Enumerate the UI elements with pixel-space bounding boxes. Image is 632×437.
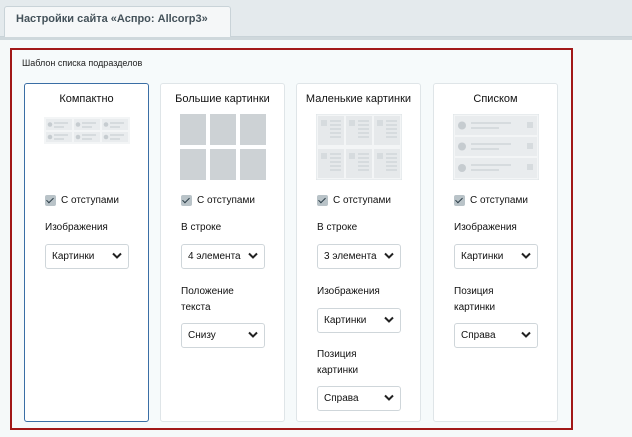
compact-preview-icon: [44, 117, 130, 144]
card-title: Большие картинки: [175, 93, 270, 105]
card-list[interactable]: Списком С отступами Изображения Картинки…: [433, 83, 558, 422]
card-title: Маленькие картинки: [305, 93, 412, 105]
list-preview-icon: [453, 114, 539, 180]
images-select-value: Картинки: [324, 315, 367, 326]
tab-bar: Настройки сайта «Аспро: Allcorp3» (s1): [0, 0, 632, 49]
checkbox-label: С отступами: [197, 195, 255, 206]
card-large-images[interactable]: Большие картинки С отступами В строке 4 …: [160, 83, 285, 422]
small-images-preview-icon: [316, 114, 402, 180]
images-select[interactable]: Картинки: [317, 308, 401, 333]
checkbox-checked-icon[interactable]: [454, 195, 465, 206]
image-position-select-value: Справа: [324, 393, 359, 404]
chevron-down-icon: [248, 252, 258, 259]
text-position-select-value: Снизу: [188, 330, 216, 341]
images-label: Изображения: [454, 222, 517, 233]
row-count-select[interactable]: 4 элемента: [181, 244, 265, 269]
chevron-down-icon: [384, 394, 394, 401]
large-images-preview-icon: [180, 114, 266, 180]
checkbox-label: С отступами: [333, 195, 391, 206]
row-count-select-value: 3 элемента: [324, 251, 377, 262]
image-position-select-value: Справа: [461, 330, 496, 341]
card-compact[interactable]: Компактно С отступами Изображения Картин…: [24, 83, 149, 422]
images-select[interactable]: Картинки: [45, 244, 129, 269]
checkbox-checked-icon[interactable]: [317, 195, 328, 206]
row-count-label: В строке: [317, 222, 358, 233]
checkbox-label: С отступами: [470, 195, 528, 206]
images-select[interactable]: Картинки: [454, 244, 538, 269]
chevron-down-icon: [384, 316, 394, 323]
chevron-down-icon: [112, 252, 122, 259]
card-title: Списком: [473, 93, 518, 105]
card-title: Компактно: [59, 93, 114, 105]
tab-site-settings[interactable]: Настройки сайта «Аспро: Allcorp3» (s1): [4, 6, 231, 49]
row-count-select[interactable]: 3 элемента: [317, 244, 401, 269]
checkbox-checked-icon[interactable]: [45, 195, 56, 206]
indent-checkbox[interactable]: С отступами: [181, 194, 271, 208]
chevron-down-icon: [521, 252, 531, 259]
card-small-images[interactable]: Маленькие картинки С отступами В строке …: [296, 83, 421, 422]
panel-title: Шаблон списка подразделов: [22, 58, 143, 68]
subsection-template-panel: Шаблон списка подразделов Компактно С от…: [10, 48, 573, 430]
checkbox-label: С отступами: [61, 195, 119, 206]
image-position-label: Позиция картинки: [454, 286, 496, 313]
chevron-down-icon: [384, 252, 394, 259]
images-select-value: Картинки: [461, 251, 504, 262]
text-position-select[interactable]: Снизу: [181, 323, 265, 348]
row-count-label: В строке: [181, 222, 222, 233]
images-label: Изображения: [317, 286, 380, 297]
images-label: Изображения: [45, 222, 108, 233]
checkbox-checked-icon[interactable]: [181, 195, 192, 206]
text-position-label: Положение текста: [181, 286, 234, 313]
chevron-down-icon: [248, 331, 258, 338]
image-position-select[interactable]: Справа: [317, 386, 401, 411]
indent-checkbox[interactable]: С отступами: [454, 194, 544, 208]
row-count-select-value: 4 элемента: [188, 251, 241, 262]
chevron-down-icon: [521, 331, 531, 338]
image-position-select[interactable]: Справа: [454, 323, 538, 348]
indent-checkbox[interactable]: С отступами: [45, 194, 135, 208]
image-position-label: Позиция картинки: [317, 349, 359, 376]
images-select-value: Картинки: [52, 251, 95, 262]
indent-checkbox[interactable]: С отступами: [317, 194, 407, 208]
